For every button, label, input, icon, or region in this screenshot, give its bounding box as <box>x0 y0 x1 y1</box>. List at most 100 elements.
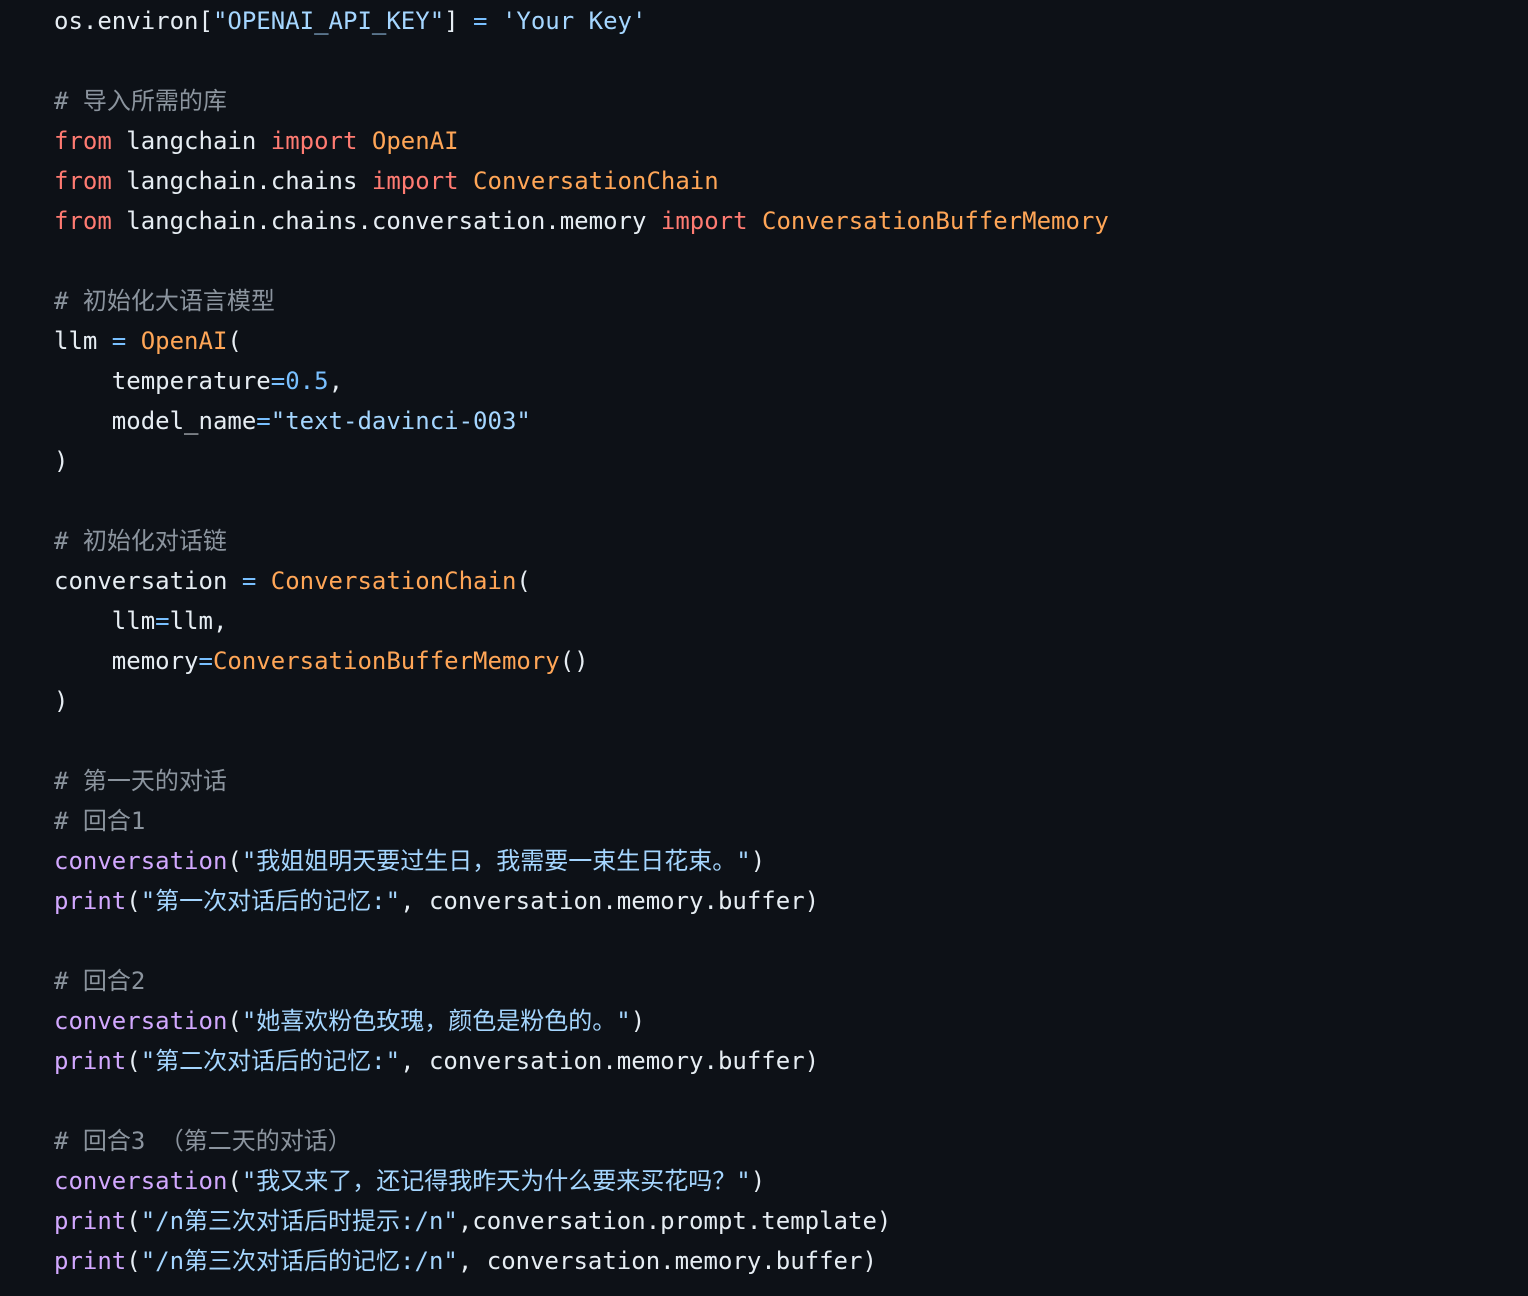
code-token-kw: from <box>54 127 112 155</box>
code-line[interactable]: ) <box>54 441 1528 481</box>
code-token-str: "她喜欢粉色玫瑰，颜色是粉色的。" <box>241 1007 631 1035</box>
code-token-func: conversation <box>54 1007 228 1035</box>
code-line[interactable]: # 回合2 <box>54 961 1528 1001</box>
code-token-func: print <box>54 1247 127 1275</box>
code-token-plain: ( <box>126 1207 141 1235</box>
code-token-plain: ,conversation.prompt.template) <box>457 1207 892 1235</box>
code-token-op: = <box>270 367 286 395</box>
code-token-class: ConversationChain <box>270 567 517 595</box>
code-token-plain: ( <box>227 1007 242 1035</box>
code-token-op: = <box>198 647 213 675</box>
code-line[interactable]: conversation("我又来了，还记得我昨天为什么要来买花吗？") <box>54 1161 1528 1201</box>
code-line[interactable]: from langchain.chains import Conversatio… <box>54 161 1528 201</box>
code-line[interactable]: # 初始化大语言模型 <box>54 281 1528 321</box>
blank-line[interactable] <box>54 481 1528 521</box>
code-token-str: "/n第三次对话后时提示:/n" <box>140 1207 458 1235</box>
code-token-plain: , conversation.memory.buffer) <box>400 887 820 915</box>
code-token-class: OpenAI <box>140 327 228 355</box>
code-token-plain: langchain.chains.conversation.memory <box>111 207 661 235</box>
code-token-class: ConversationBufferMemory <box>212 647 560 675</box>
code-token-plain: os.environ[ <box>54 7 213 35</box>
code-token-comment: # 初始化大语言模型 <box>54 287 275 315</box>
code-line[interactable]: # 初始化对话链 <box>54 521 1528 561</box>
code-line[interactable]: print("/n第三次对话后的记忆:/n", conversation.mem… <box>54 1241 1528 1281</box>
code-token-plain: llm, <box>169 607 228 635</box>
code-line[interactable]: # 回合1 <box>54 801 1528 841</box>
blank-line[interactable] <box>54 721 1528 761</box>
code-token-str: "text-davinci-003" <box>270 407 531 435</box>
code-line[interactable]: conversation("她喜欢粉色玫瑰，颜色是粉色的。") <box>54 1001 1528 1041</box>
code-line[interactable]: model_name="text-davinci-003" <box>54 401 1528 441</box>
code-token-func: print <box>54 1207 127 1235</box>
code-token-plain: ( <box>126 887 141 915</box>
code-token-comment: # 回合3 （第二天的对话） <box>54 1127 352 1155</box>
code-token-op: = <box>111 327 127 355</box>
code-token-str: "/n第三次对话后的记忆:/n" <box>140 1247 458 1275</box>
code-token-plain: ( <box>227 327 242 355</box>
code-token-plain: langchain.chains <box>111 167 372 195</box>
code-token-str: 'Your Key' <box>501 7 647 35</box>
code-token-kw: from <box>54 207 112 235</box>
code-token-plain: , <box>328 367 344 395</box>
code-line[interactable]: from langchain.chains.conversation.memor… <box>54 201 1528 241</box>
code-token-plain: ( <box>126 1047 141 1075</box>
code-line[interactable]: # 导入所需的库 <box>54 81 1528 121</box>
code-token-plain: , conversation.memory.buffer) <box>400 1047 820 1075</box>
code-token-str: "我又来了，还记得我昨天为什么要来买花吗？" <box>241 1167 751 1195</box>
code-line[interactable]: from langchain import OpenAI <box>54 121 1528 161</box>
code-token-str: "第一次对话后的记忆:" <box>140 887 401 915</box>
code-token-comment: # 回合2 <box>54 967 146 995</box>
blank-line[interactable] <box>54 1081 1528 1121</box>
code-token-plain: ] <box>444 7 474 35</box>
code-token-op: = <box>256 407 271 435</box>
code-line[interactable]: # 第一天的对话 <box>54 761 1528 801</box>
code-token-plain: langchain <box>111 127 271 155</box>
code-token-plain: ( <box>516 567 531 595</box>
code-token-func: conversation <box>54 847 228 875</box>
code-token-comment: # 导入所需的库 <box>54 87 227 115</box>
code-line[interactable]: llm=llm, <box>54 601 1528 641</box>
code-token-plain: model_name <box>54 407 257 435</box>
code-token-class: OpenAI <box>371 127 459 155</box>
blank-line[interactable] <box>54 241 1528 281</box>
code-line[interactable]: print("/n第三次对话后时提示:/n",conversation.prom… <box>54 1201 1528 1241</box>
code-token-class: ConversationChain <box>473 167 719 195</box>
code-token-comment: # 回合1 <box>54 807 146 835</box>
code-line[interactable]: conversation = ConversationChain( <box>54 561 1528 601</box>
code-editor[interactable]: os.environ["OPENAI_API_KEY"] = 'Your Key… <box>0 0 1528 1296</box>
code-token-kw: import <box>660 207 748 235</box>
code-line[interactable]: os.environ["OPENAI_API_KEY"] = 'Your Key… <box>54 1 1528 41</box>
code-token-plain: ) <box>54 687 69 715</box>
code-token-num: 0.5 <box>285 367 329 395</box>
code-token-plain: llm <box>54 327 112 355</box>
code-token-str: "我姐姐明天要过生日，我需要一束生日花束。" <box>241 847 751 875</box>
code-token-plain: temperature <box>54 367 271 395</box>
code-line[interactable]: # 回合3 （第二天的对话） <box>54 1121 1528 1161</box>
blank-line[interactable] <box>54 921 1528 961</box>
code-token-plain: ) <box>750 847 766 875</box>
code-line[interactable]: print("第一次对话后的记忆:", conversation.memory.… <box>54 881 1528 921</box>
blank-line[interactable] <box>54 41 1528 81</box>
code-token-func: conversation <box>54 1167 228 1195</box>
code-line[interactable]: temperature=0.5, <box>54 361 1528 401</box>
code-token-comment: # 第一天的对话 <box>54 767 227 795</box>
code-token-plain: llm <box>54 607 156 635</box>
code-token-str: "OPENAI_API_KEY" <box>212 7 445 35</box>
code-line[interactable]: conversation("我姐姐明天要过生日，我需要一束生日花束。") <box>54 841 1528 881</box>
code-token-comment: # 初始化对话链 <box>54 527 227 555</box>
code-token-plain: () <box>559 647 589 675</box>
code-line[interactable]: memory=ConversationBufferMemory() <box>54 641 1528 681</box>
code-line[interactable]: print("第二次对话后的记忆:", conversation.memory.… <box>54 1041 1528 1081</box>
code-token-op: = <box>473 7 488 35</box>
code-line[interactable]: llm = OpenAI( <box>54 321 1528 361</box>
code-token-plain: ) <box>750 1167 766 1195</box>
code-token-plain: memory <box>54 647 199 675</box>
code-token-plain: ( <box>227 1167 242 1195</box>
code-line[interactable]: ) <box>54 681 1528 721</box>
code-token-func: print <box>54 1047 127 1075</box>
code-token-class: ConversationBufferMemory <box>762 207 1109 235</box>
